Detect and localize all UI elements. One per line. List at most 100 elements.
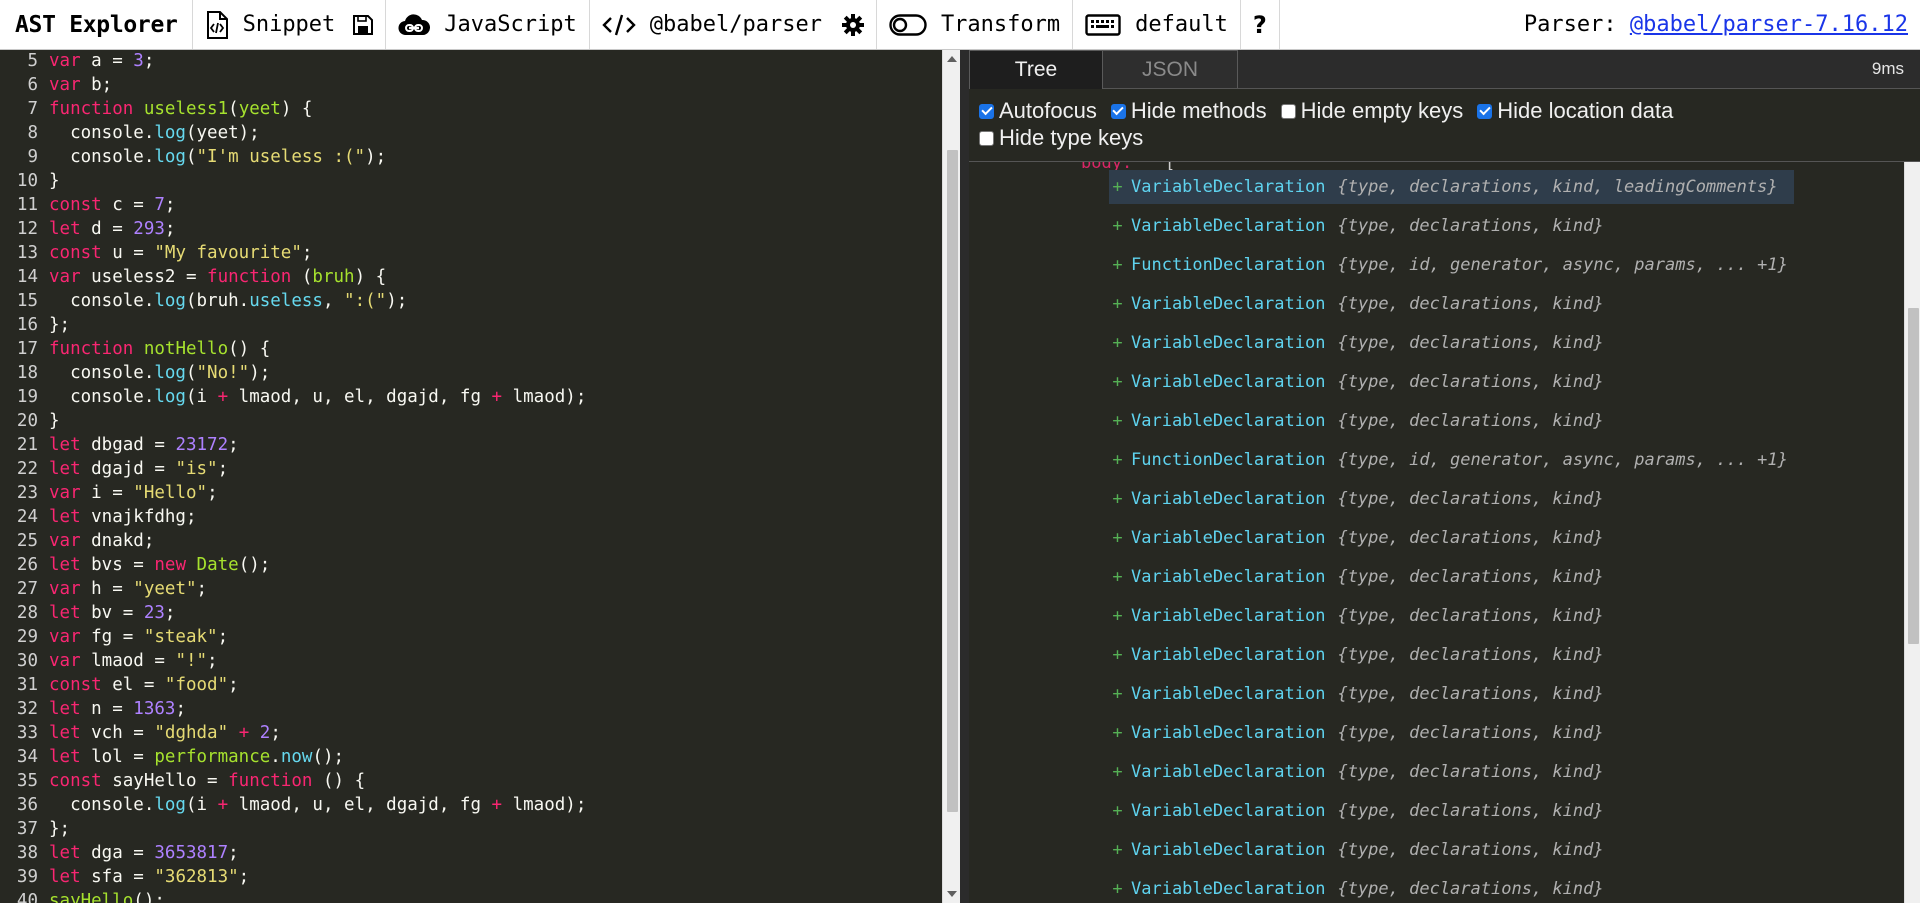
code-line[interactable]: 31const el = "food"; xyxy=(0,673,586,697)
node-type[interactable]: VariableDeclaration xyxy=(1131,372,1325,392)
code-line[interactable]: 38let dga = 3653817; xyxy=(0,841,586,865)
keymap-menu[interactable]: default xyxy=(1073,0,1241,49)
tree-node[interactable]: +VariableDeclaration{type, declarations,… xyxy=(1109,755,1604,789)
tree-scrollbar-thumb[interactable] xyxy=(1908,308,1919,644)
editor-scrollbar-thumb[interactable] xyxy=(947,150,958,812)
tree-node[interactable]: +VariableDeclaration{type, declarations,… xyxy=(1109,209,1604,243)
code-line[interactable]: 11const c = 7; xyxy=(0,193,586,217)
help-button[interactable]: ? xyxy=(1241,0,1280,49)
tree-node[interactable]: +VariableDeclaration{type, declarations,… xyxy=(1109,170,1794,204)
node-type[interactable]: FunctionDeclaration xyxy=(1131,255,1325,275)
hide-empty-keys-checkbox[interactable] xyxy=(1281,104,1296,119)
code-line[interactable]: 16}; xyxy=(0,313,586,337)
tree-node[interactable]: +VariableDeclaration{type, declarations,… xyxy=(1109,404,1604,438)
tree-node[interactable]: +VariableDeclaration{type, declarations,… xyxy=(1109,287,1604,321)
code-line[interactable]: 34let lol = performance.now(); xyxy=(0,745,586,769)
node-type[interactable]: VariableDeclaration xyxy=(1131,216,1325,236)
scroll-down-arrow-icon[interactable] xyxy=(947,891,957,897)
node-type[interactable]: VariableDeclaration xyxy=(1131,294,1325,314)
node-type[interactable]: VariableDeclaration xyxy=(1131,528,1325,548)
editor-scrollbar[interactable] xyxy=(942,50,961,903)
code-line[interactable]: 25var dnakd; xyxy=(0,529,586,553)
expand-plus-icon[interactable]: + xyxy=(1109,528,1126,548)
expand-plus-icon[interactable]: + xyxy=(1109,450,1126,470)
code-line[interactable]: 9 console.log("I'm useless :("); xyxy=(0,145,586,169)
code-line[interactable]: 23var i = "Hello"; xyxy=(0,481,586,505)
expand-plus-icon[interactable]: + xyxy=(1109,255,1126,275)
code-line[interactable]: 20} xyxy=(0,409,586,433)
expand-plus-icon[interactable]: + xyxy=(1109,294,1126,314)
code-line[interactable]: 12let d = 293; xyxy=(0,217,586,241)
code-line[interactable]: 40sayHello(); xyxy=(0,889,586,903)
node-type[interactable]: VariableDeclaration xyxy=(1131,489,1325,509)
expand-plus-icon[interactable]: + xyxy=(1109,801,1126,821)
code-line[interactable]: 22let dgajd = "is"; xyxy=(0,457,586,481)
expand-plus-icon[interactable]: + xyxy=(1109,177,1126,197)
code-line[interactable]: 19 console.log(i + lmaod, u, el, dgajd, … xyxy=(0,385,586,409)
tree-node[interactable]: +FunctionDeclaration{type, id, generator… xyxy=(1109,443,1788,477)
node-type[interactable]: VariableDeclaration xyxy=(1131,684,1325,704)
code-line[interactable]: 27var h = "yeet"; xyxy=(0,577,586,601)
node-type[interactable]: VariableDeclaration xyxy=(1131,606,1325,626)
snippet-menu[interactable]: Snippet xyxy=(193,0,387,49)
hide-type-keys-checkbox[interactable] xyxy=(979,131,994,146)
code-line[interactable]: 17function notHello() { xyxy=(0,337,586,361)
option-hide-type-keys[interactable]: Hide type keys xyxy=(979,125,1143,151)
tree-node[interactable]: +FunctionDeclaration{type, id, generator… xyxy=(1109,248,1788,282)
code-line[interactable]: 14var useless2 = function (bruh) { xyxy=(0,265,586,289)
expand-plus-icon[interactable]: + xyxy=(1109,567,1126,587)
option-autofocus[interactable]: Autofocus xyxy=(979,98,1097,124)
transform-toggle[interactable]: Transform xyxy=(877,0,1073,49)
code-line[interactable]: 26let bvs = new Date(); xyxy=(0,553,586,577)
node-type[interactable]: VariableDeclaration xyxy=(1131,177,1325,197)
code-line[interactable]: 33let vch = "dghda" + 2; xyxy=(0,721,586,745)
expand-plus-icon[interactable]: + xyxy=(1109,645,1126,665)
expand-plus-icon[interactable]: + xyxy=(1109,840,1126,860)
code-line[interactable]: 37}; xyxy=(0,817,586,841)
code-line[interactable]: 5var a = 3; xyxy=(0,50,586,73)
autofocus-checkbox[interactable] xyxy=(979,104,994,119)
code-line[interactable]: 15 console.log(bruh.useless, ":("); xyxy=(0,289,586,313)
tree-node[interactable]: +VariableDeclaration{type, declarations,… xyxy=(1109,599,1604,633)
node-type[interactable]: VariableDeclaration xyxy=(1131,879,1325,899)
code-line[interactable]: 18 console.log("No!"); xyxy=(0,361,586,385)
expand-plus-icon[interactable]: + xyxy=(1109,723,1126,743)
code-line[interactable]: 10} xyxy=(0,169,586,193)
code-line[interactable]: 28let bv = 23; xyxy=(0,601,586,625)
option-hide-empty-keys[interactable]: Hide empty keys xyxy=(1281,98,1464,124)
node-type[interactable]: VariableDeclaration xyxy=(1131,801,1325,821)
parser-menu[interactable]: @babel/parser xyxy=(590,0,877,49)
tree-node[interactable]: +VariableDeclaration{type, declarations,… xyxy=(1109,365,1604,399)
tree-node[interactable]: +VariableDeclaration{type, declarations,… xyxy=(1109,326,1604,360)
node-type[interactable]: VariableDeclaration xyxy=(1131,840,1325,860)
code-line[interactable]: 6var b; xyxy=(0,73,586,97)
scroll-up-arrow-icon[interactable] xyxy=(947,56,957,62)
tab-tree[interactable]: Tree xyxy=(969,50,1103,89)
code-line[interactable]: 29var fg = "steak"; xyxy=(0,625,586,649)
expand-plus-icon[interactable]: + xyxy=(1109,489,1126,509)
expand-plus-icon[interactable]: + xyxy=(1109,411,1126,431)
code-line[interactable]: 21let dbgad = 23172; xyxy=(0,433,586,457)
tree-node[interactable]: +VariableDeclaration{type, declarations,… xyxy=(1109,677,1604,711)
expand-plus-icon[interactable]: + xyxy=(1109,216,1126,236)
tree-node[interactable]: +VariableDeclaration{type, declarations,… xyxy=(1109,872,1604,903)
expand-plus-icon[interactable]: + xyxy=(1109,333,1126,353)
code-editor[interactable]: 5var a = 3;6var b;7function useless1(yee… xyxy=(0,50,942,903)
code-line[interactable]: 8 console.log(yeet); xyxy=(0,121,586,145)
pane-splitter[interactable] xyxy=(960,50,969,903)
expand-plus-icon[interactable]: + xyxy=(1109,684,1126,704)
node-type[interactable]: VariableDeclaration xyxy=(1131,723,1325,743)
expand-plus-icon[interactable]: + xyxy=(1109,762,1126,782)
node-type[interactable]: VariableDeclaration xyxy=(1131,411,1325,431)
floppy-disk-icon[interactable] xyxy=(353,15,373,35)
option-hide-location-data[interactable]: Hide location data xyxy=(1477,98,1673,124)
language-menu[interactable]: JavaScript xyxy=(386,0,589,49)
node-type[interactable]: FunctionDeclaration xyxy=(1131,450,1325,470)
code-line[interactable]: 36 console.log(i + lmaod, u, el, dgajd, … xyxy=(0,793,586,817)
expand-plus-icon[interactable]: + xyxy=(1109,372,1126,392)
code-line[interactable]: 35const sayHello = function () { xyxy=(0,769,586,793)
expand-plus-icon[interactable]: + xyxy=(1109,879,1126,899)
hide-methods-checkbox[interactable] xyxy=(1111,104,1126,119)
option-hide-methods[interactable]: Hide methods xyxy=(1111,98,1267,124)
tree-node[interactable]: +VariableDeclaration{type, declarations,… xyxy=(1109,521,1604,555)
